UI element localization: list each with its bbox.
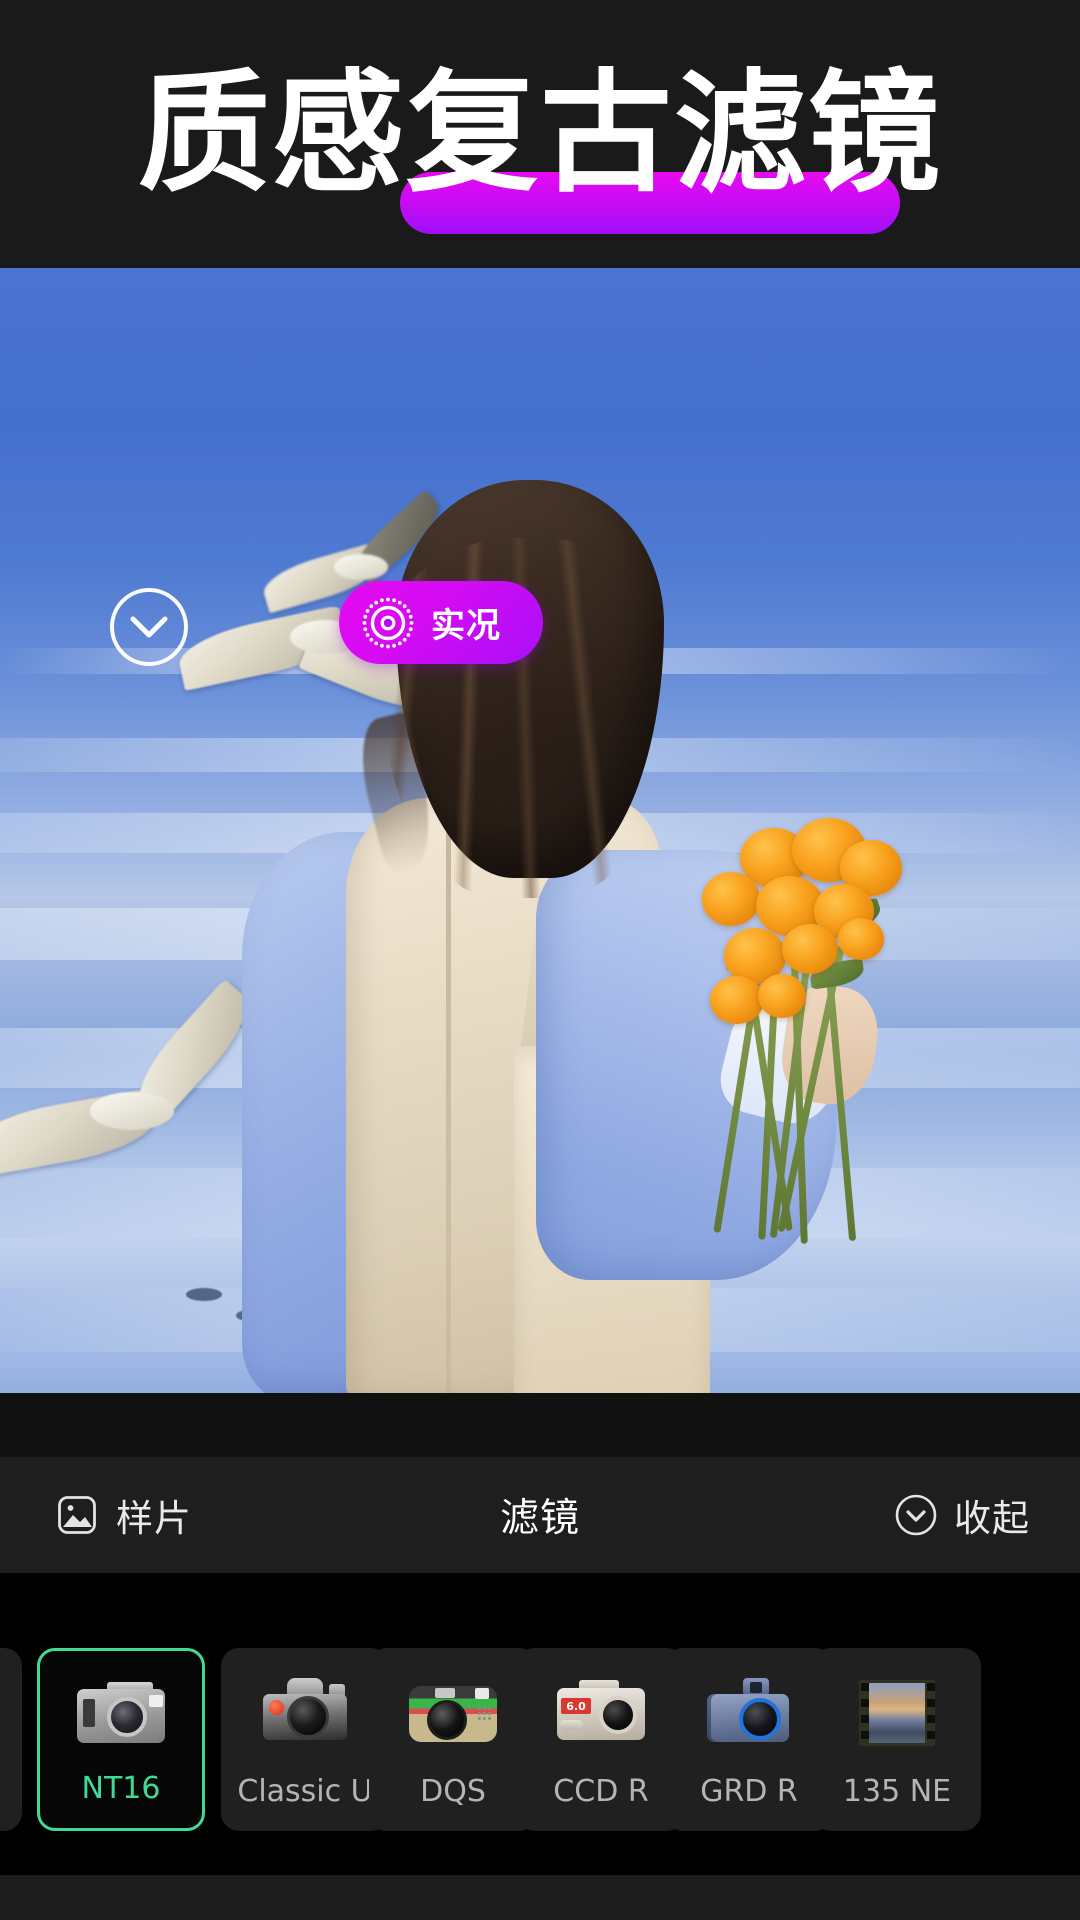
- sample-photo-button[interactable]: 样片: [56, 1457, 192, 1573]
- filter-toolbar: 样片 滤镜 收起: [0, 1457, 1080, 1573]
- sample-photo-label: 样片: [116, 1497, 192, 1540]
- collapse-preview-button[interactable]: [110, 588, 188, 666]
- live-photo-icon: [359, 594, 417, 652]
- filter-label: NT16: [81, 1771, 161, 1806]
- filter-thumbnail: [257, 1672, 353, 1750]
- filter-card-classic-u[interactable]: Classic U: [221, 1648, 389, 1831]
- filter-carousel[interactable]: NT16 Classic U DQS 6.0 CCD R GRD R 135 N…: [0, 1573, 1080, 1875]
- live-photo-button[interactable]: 实况: [339, 581, 543, 664]
- filter-label: 135 NE: [842, 1774, 952, 1809]
- filter-card-nt16[interactable]: NT16: [37, 1648, 205, 1831]
- toolbar-title: 滤镜: [499, 1496, 580, 1541]
- filter-thumbnail: [73, 1675, 169, 1753]
- title-line: 质感复古滤镜: [138, 57, 942, 234]
- filter-label: GRD R: [700, 1774, 798, 1809]
- filter-label: Classic U: [237, 1774, 373, 1809]
- filter-label: CCD R: [553, 1774, 649, 1809]
- person-figure: [228, 480, 902, 1393]
- filter-thumbnail: [701, 1672, 797, 1750]
- collapse-panel-button[interactable]: 收起: [894, 1457, 1030, 1573]
- filter-card-dqs[interactable]: DQS: [369, 1648, 537, 1831]
- title-wrap: 质感复古滤镜: [0, 0, 1080, 268]
- preview-gap: [0, 1393, 1080, 1457]
- filter-thumbnail: [405, 1672, 501, 1750]
- header-banner: 质感复古滤镜: [0, 0, 1080, 268]
- filter-card-ccd-r[interactable]: 6.0 CCD R: [517, 1648, 685, 1831]
- chevron-down-icon: [129, 614, 169, 640]
- filter-thumbnail: [849, 1672, 945, 1750]
- app-screen: 质感复古滤镜 实况 样片 滤镜 收起 NT16 Classic U DQS 6.…: [0, 0, 1080, 1920]
- filter-card-grd-r[interactable]: GRD R: [665, 1648, 833, 1831]
- filter-card-135-ne[interactable]: 135 NE: [813, 1648, 981, 1831]
- bottom-bar: [0, 1875, 1080, 1920]
- page-title: 质感复古滤镜: [138, 57, 942, 211]
- filter-row: NT16 Classic U DQS 6.0 CCD R GRD R 135 N…: [0, 1648, 1080, 1831]
- chevron-down-circle-icon: [894, 1493, 938, 1537]
- filter-card-partial[interactable]: [0, 1648, 22, 1831]
- photo-preview[interactable]: 实况: [0, 268, 1080, 1393]
- filter-label: DQS: [420, 1774, 486, 1809]
- water-bird-speck: [186, 1288, 222, 1301]
- image-icon: [56, 1494, 98, 1536]
- filter-thumbnail: 6.0: [553, 1672, 649, 1750]
- coat-seam: [446, 810, 451, 1393]
- live-photo-label: 实况: [431, 606, 501, 646]
- flower-bouquet: [624, 810, 904, 1290]
- collapse-panel-label: 收起: [954, 1497, 1030, 1540]
